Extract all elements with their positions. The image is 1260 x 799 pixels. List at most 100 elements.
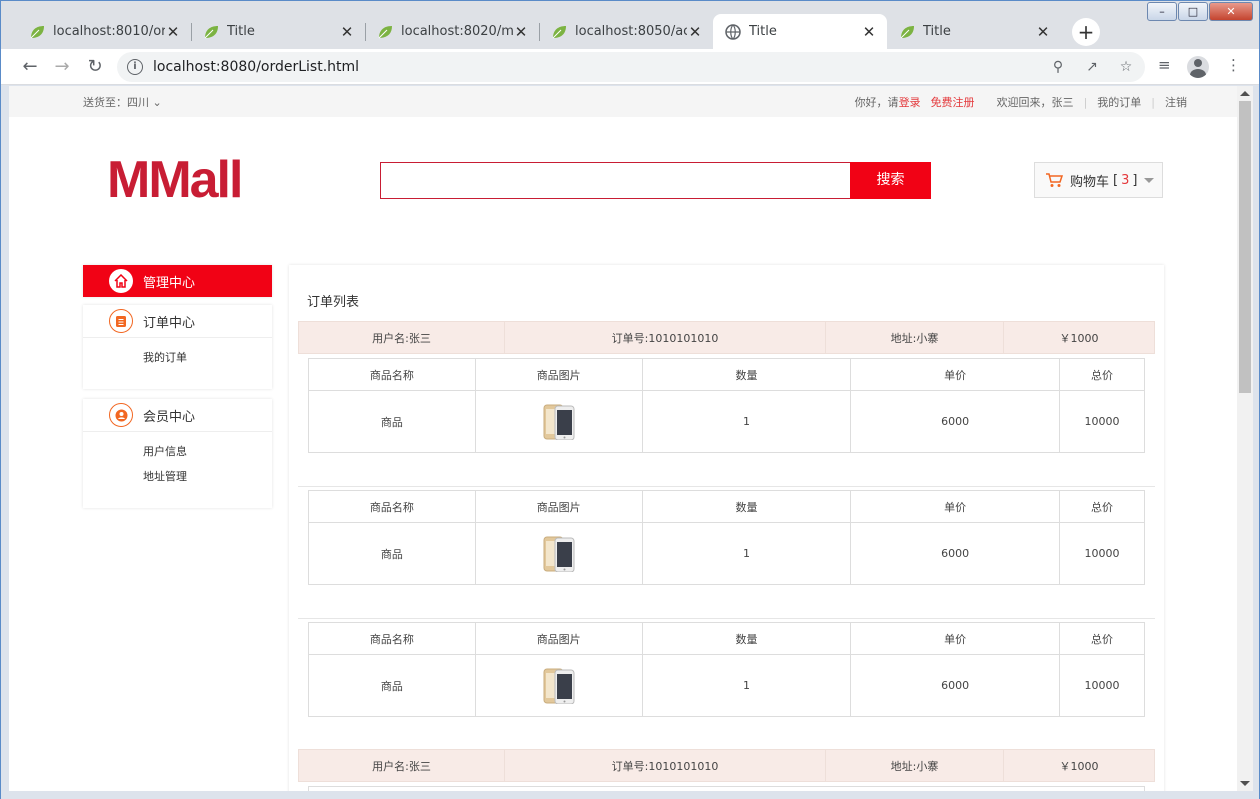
browser-tab[interactable]: localhost:8050/accc✕	[539, 14, 713, 49]
scrollbar-thumb[interactable]	[1239, 101, 1251, 393]
page-scrollbar[interactable]	[1237, 86, 1253, 791]
table-row: 商品 1 6000 10000	[308, 522, 1145, 585]
column-header: 商品图片	[474, 622, 643, 655]
order-number: 订单号:1010101010	[505, 750, 826, 781]
close-tab-icon[interactable]: ✕	[513, 23, 529, 41]
share-icon[interactable]: ↗	[1083, 58, 1101, 76]
browser-tab[interactable]: Title ✕	[887, 14, 1061, 49]
table-row: 商品 1 6000 10000	[308, 390, 1145, 453]
forward-arrow-icon[interactable]: →	[51, 56, 73, 78]
table-header-row: 商品名称 商品图片 数量 单价 总价	[308, 622, 1145, 655]
topbar-links: 你好，请 登录 免费注册 欢迎回来，张三 | 我的订单 | 注销	[855, 94, 1187, 110]
caret-down-icon[interactable]	[1144, 178, 1154, 183]
close-tab-icon[interactable]: ✕	[1035, 23, 1051, 41]
order-header: 用户名:张三 订单号:1010101010 地址:小寨 ￥1000	[298, 749, 1155, 782]
column-header: 商品名称	[308, 490, 476, 523]
item-qty: 1	[641, 390, 852, 453]
minimize-button[interactable]: –	[1147, 2, 1177, 21]
title-bar: – □ ✕ localhost:8010/orde✕Title✕localhos…	[1, 1, 1259, 49]
profile-avatar-icon[interactable]	[1187, 56, 1209, 78]
leaf-icon	[900, 25, 914, 38]
cart-button[interactable]: 购物车 [ 3 ]	[1034, 162, 1163, 198]
sidebar-item-admin-center[interactable]: 管理中心	[83, 265, 272, 297]
sidebar-section-member: 会员中心 用户信息 地址管理	[83, 399, 272, 508]
url-text[interactable]: localhost:8080/orderList.html	[153, 59, 359, 75]
order-items-table: 商品名称 商品图片 数量 单价 总价 商品 1 6000 10000	[308, 622, 1145, 717]
column-header: 数量	[641, 490, 852, 523]
search-button[interactable]: 搜索	[850, 162, 931, 199]
sidebar-item-member-center[interactable]: 会员中心	[83, 399, 272, 431]
table-row: 商品 1 6000 10000	[308, 654, 1145, 717]
tab-title: localhost:8050/accc	[575, 24, 687, 39]
new-tab-button[interactable]: +	[1072, 18, 1100, 46]
menu-kebab-icon[interactable]: ⋮	[1226, 56, 1241, 74]
close-tab-icon[interactable]: ✕	[687, 23, 703, 41]
item-price: 6000	[850, 390, 1061, 453]
register-link[interactable]: 免费注册	[931, 94, 975, 110]
my-orders-link[interactable]: 我的订单	[1097, 94, 1141, 110]
close-tab-icon[interactable]: ✕	[165, 23, 181, 41]
browser-tab[interactable]: localhost:8010/orde✕	[17, 14, 191, 49]
window-controls: – □ ✕	[1146, 2, 1253, 21]
bracket: [	[1113, 172, 1119, 188]
table-header-row: 商品名称 商品图片 数量 单价 总价	[308, 490, 1145, 523]
tab-title: Title	[749, 24, 777, 39]
column-header: 总价	[1059, 622, 1145, 655]
close-window-button[interactable]: ✕	[1209, 2, 1253, 21]
browser-toolbar: ← → ↻ i localhost:8080/orderList.html ⚲ …	[1, 49, 1259, 85]
cart-count: 3	[1121, 172, 1130, 188]
column-header: 商品图片	[474, 490, 643, 523]
order-address: 地址:小寨	[826, 322, 1004, 353]
order-user: 用户名:张三	[299, 322, 505, 353]
browser-tab[interactable]: localhost:8020/mer✕	[365, 14, 539, 49]
back-arrow-icon[interactable]: ←	[19, 56, 41, 78]
sidebar-link-user-info[interactable]: 用户信息	[143, 444, 272, 469]
item-price: 6000	[850, 654, 1061, 717]
item-name: 商品	[308, 390, 476, 453]
column-header: 商品图片	[474, 358, 643, 391]
column-header: 总价	[1059, 490, 1145, 523]
close-tab-icon[interactable]: ✕	[339, 23, 355, 41]
browser-tab[interactable]: Title ✕	[191, 14, 365, 49]
leaf-icon	[204, 25, 218, 38]
item-name: 商品	[308, 654, 476, 717]
window-frame-bottom	[1, 791, 1259, 799]
hello-text: 你好，请	[854, 96, 899, 109]
bookmark-star-icon[interactable]: ☆	[1117, 58, 1135, 76]
phone-image	[543, 536, 575, 572]
ship-to-selector[interactable]: 送货至：四川 ⌄	[83, 94, 162, 110]
item-image-cell	[474, 522, 643, 585]
login-link[interactable]: 登录	[899, 94, 921, 110]
column-header: 数量	[641, 622, 852, 655]
maximize-button[interactable]: □	[1178, 2, 1208, 21]
chevron-down-icon: ⌄	[152, 96, 162, 109]
browser-window: – □ ✕ localhost:8010/orde✕Title✕localhos…	[0, 0, 1260, 799]
ship-to-label: 送货至：四川	[83, 96, 149, 109]
leaf-icon	[30, 25, 44, 38]
item-total: 10000	[1059, 654, 1145, 717]
search-input[interactable]	[380, 162, 851, 199]
divider	[298, 618, 1155, 619]
site-logo[interactable]: MMall	[107, 150, 243, 210]
sidebar-title: 订单中心	[143, 315, 196, 331]
logout-link[interactable]: 注销	[1165, 94, 1187, 110]
sidebar-link-my-orders[interactable]: 我的订单	[143, 350, 272, 375]
order-total: ￥1000	[1059, 331, 1099, 345]
zoom-icon[interactable]: ⚲	[1049, 58, 1067, 76]
reload-icon[interactable]: ↻	[84, 56, 106, 78]
sidebar-item-order-center[interactable]: 订单中心	[83, 305, 272, 337]
scroll-down-arrow-icon[interactable]	[1240, 781, 1250, 786]
address-bar[interactable]: i localhost:8080/orderList.html ⚲ ↗ ☆	[117, 52, 1145, 82]
sidebar-link-address[interactable]: 地址管理	[143, 469, 272, 494]
leaf-icon	[552, 25, 566, 38]
order-address: 地址:小寨	[826, 750, 1004, 781]
scroll-up-arrow-icon[interactable]	[1240, 91, 1250, 96]
reading-list-icon[interactable]: ≡	[1158, 56, 1171, 74]
close-tab-icon[interactable]: ✕	[861, 23, 877, 41]
info-icon[interactable]: i	[127, 59, 143, 75]
page-viewport: 送货至：四川 ⌄ 你好，请 登录 免费注册 欢迎回来，张三 | 我的订单 | 注…	[9, 86, 1237, 791]
order-header: 用户名:张三 订单号:1010101010 地址:小寨 ￥1000	[298, 321, 1155, 354]
order-number: 订单号:1010101010	[505, 322, 826, 353]
browser-tab[interactable]: Title ✕	[713, 14, 887, 49]
order-items-table: 商品名称 商品图片 数量 单价 总价 商品 1 6000 10000	[308, 490, 1145, 585]
